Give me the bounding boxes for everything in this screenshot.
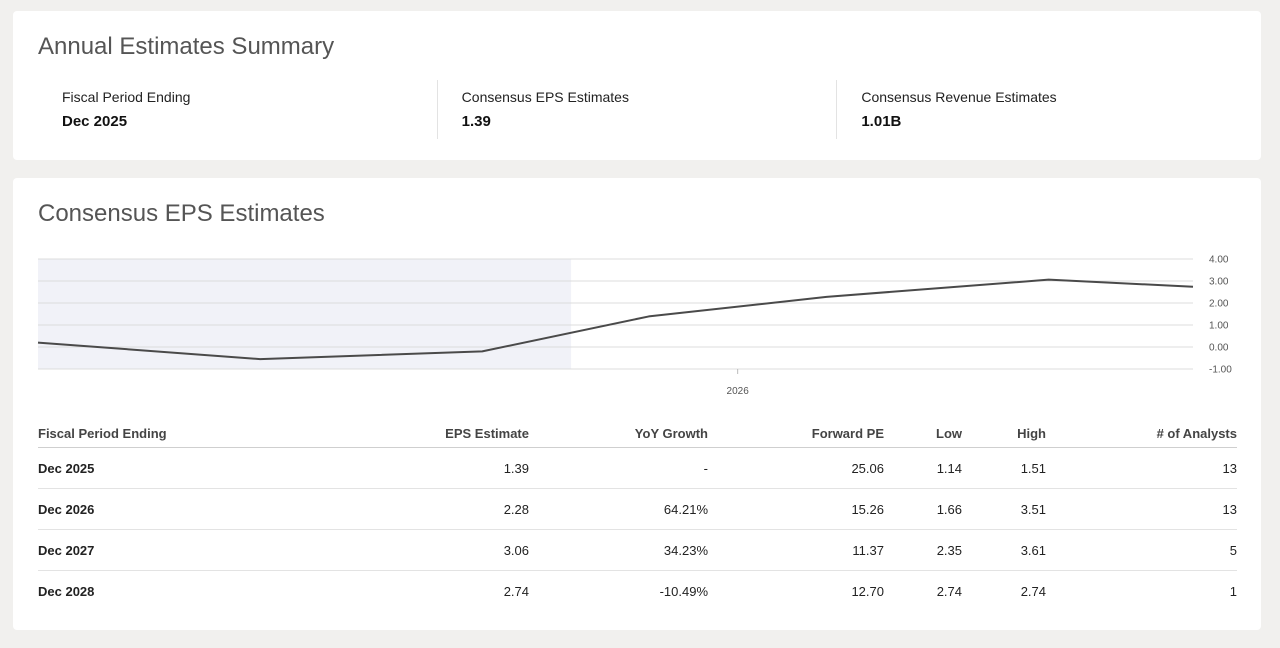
- header-analysts[interactable]: # of Analysts: [1046, 420, 1237, 448]
- eps-chart-svg[interactable]: 4.00 3.00 2.00 1.00 0.00 -1.00 2026: [13, 248, 1261, 400]
- cell-yoy: 64.21%: [529, 488, 708, 530]
- consensus-eps-card: Consensus EPS Estimates 4.00 3.00 2.00 1.00…: [13, 178, 1261, 630]
- cell-yoy: -: [529, 447, 708, 489]
- cell-eps: 3.06: [338, 529, 529, 571]
- y-tick-label: 2.00: [1209, 299, 1229, 310]
- header-high[interactable]: High: [962, 420, 1046, 448]
- summary-label: Consensus Revenue Estimates: [861, 89, 1057, 105]
- table-header-row: Fiscal Period Ending EPS Estimate YoY Gr…: [38, 420, 1237, 448]
- cell-high: 2.74: [1020, 583, 1046, 599]
- estimates-table: Fiscal Period Ending EPS Estimate YoY Gr…: [38, 420, 1237, 611]
- summary-consensus-eps: Consensus EPS Estimates 1.39: [436, 80, 837, 139]
- eps-section-title: Consensus EPS Estimates: [38, 200, 325, 227]
- cell-eps: 1.39: [338, 447, 529, 489]
- cell-period: Dec 2026: [38, 488, 338, 530]
- cell-eps: 2.74: [503, 583, 529, 599]
- cell-yoy: -10.49%: [659, 583, 708, 599]
- table-row: Dec 2027 3.06 34.23% 11.37 2.35 3.61 5: [38, 529, 1237, 571]
- cell-yoy: 34.23%: [529, 529, 708, 571]
- x-tick-label: 2026: [727, 386, 750, 397]
- cell-period: Dec 2025: [38, 447, 338, 489]
- y-tick-label: 3.00: [1209, 277, 1229, 288]
- cell-high: 3.51: [962, 488, 1046, 530]
- cell-pe: 11.37: [708, 529, 884, 571]
- cell-analysts: 13: [1046, 447, 1237, 489]
- cell-eps: 2.28: [338, 488, 529, 530]
- y-tick-label: -1.00: [1209, 365, 1232, 376]
- cell-low: 1.66: [884, 488, 962, 530]
- y-tick-label: 1.00: [1209, 321, 1229, 332]
- eps-chart[interactable]: 4.00 3.00 2.00 1.00 0.00 -1.00 2026: [13, 248, 1261, 400]
- summary-label: Fiscal Period Ending: [62, 89, 191, 105]
- cell-period: Dec 2027: [38, 529, 338, 571]
- header-low[interactable]: Low: [884, 420, 962, 448]
- y-tick-label: 0.00: [1209, 343, 1229, 354]
- cell-pe: 12.70: [851, 583, 884, 599]
- summary-value: 1.01B: [861, 113, 902, 130]
- historical-shade: [38, 259, 572, 369]
- header-fiscal-period[interactable]: Fiscal Period Ending: [38, 420, 338, 448]
- header-yoy-growth[interactable]: YoY Growth: [529, 420, 708, 448]
- summary-label: Consensus EPS Estimates: [461, 89, 629, 105]
- cell-high: 1.51: [962, 447, 1046, 489]
- cell-low: 2.74: [936, 583, 962, 599]
- summary-columns: Fiscal Period Ending Dec 2025 Consensus …: [38, 80, 1236, 139]
- cell-analysts: 1: [1229, 583, 1237, 599]
- summary-fiscal-period: Fiscal Period Ending Dec 2025: [38, 80, 437, 139]
- table-row: Dec 2025 1.39 - 25.06 1.14 1.51 13: [38, 447, 1237, 489]
- cell-high: 3.61: [962, 529, 1046, 571]
- cell-analysts: 13: [1046, 488, 1237, 530]
- cell-pe: 15.26: [708, 488, 884, 530]
- cell-pe: 25.06: [708, 447, 884, 489]
- summary-consensus-revenue: Consensus Revenue Estimates 1.01B: [836, 80, 1236, 139]
- cell-low: 1.14: [884, 447, 962, 489]
- annual-estimates-summary-card: Annual Estimates Summary Fiscal Period E…: [13, 11, 1261, 160]
- header-eps-estimate[interactable]: EPS Estimate: [338, 420, 529, 448]
- header-forward-pe[interactable]: Forward PE: [708, 420, 884, 448]
- cell-low: 2.35: [884, 529, 962, 571]
- summary-value: Dec 2025: [62, 113, 128, 130]
- table-row: Dec 2028 2.74 -10.49% 12.70 2.74 2.74 1: [38, 571, 1237, 612]
- cell-analysts: 5: [1046, 529, 1237, 571]
- summary-title: Annual Estimates Summary: [38, 33, 335, 60]
- y-tick-label: 4.00: [1209, 255, 1229, 266]
- cell-period: Dec 2028: [38, 583, 95, 599]
- table-row: Dec 2026 2.28 64.21% 15.26 1.66 3.51 13: [38, 488, 1237, 530]
- summary-value: 1.39: [461, 113, 491, 130]
